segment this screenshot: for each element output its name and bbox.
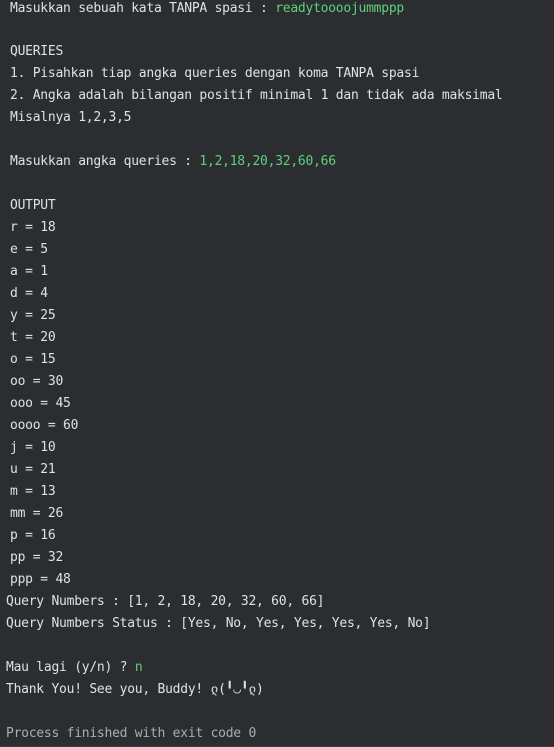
word-prompt-line: Masukkan sebuah kata TANPA spasi : ready… — [10, 0, 404, 20]
output-line: oo = 30 — [10, 374, 64, 389]
output-header: OUTPUT — [10, 198, 56, 213]
queries-example: Misalnya 1,2,3,5 — [10, 110, 132, 125]
queries-header: QUERIES — [10, 44, 64, 59]
again-prompt: Mau lagi (y/n) ? — [6, 660, 135, 675]
output-line: t = 20 — [10, 330, 56, 345]
run-console-output[interactable]: Masukkan sebuah kata TANPA spasi : ready… — [0, 0, 554, 747]
output-line: y = 25 — [10, 308, 56, 323]
again-input-value: n — [134, 660, 143, 675]
process-exit-message: Process finished with exit code 0 — [6, 726, 257, 741]
output-line: mm = 26 — [10, 506, 64, 521]
farewell-message: Thank You! See you, Buddy! ლ(╹◡╹ლ) — [6, 682, 264, 697]
queries-prompt: Masukkan angka queries : — [10, 154, 200, 169]
output-line: a = 1 — [10, 264, 48, 279]
queries-rule-2: 2. Angka adalah bilangan positif minimal… — [10, 88, 503, 103]
again-prompt-line: Mau lagi (y/n) ? n — [6, 657, 143, 679]
output-line: p = 16 — [10, 528, 56, 543]
queries-input-value: 1,2,18,20,32,60,66 — [199, 154, 336, 169]
output-line: e = 5 — [10, 242, 48, 257]
query-numbers: Query Numbers : [1, 2, 18, 20, 32, 60, 6… — [6, 594, 325, 609]
queries-rule-1: 1. Pisahkan tiap angka queries dengan ko… — [10, 66, 420, 81]
output-line: pp = 32 — [10, 550, 64, 565]
output-line: oooo = 60 — [10, 418, 79, 433]
output-line: ppp = 48 — [10, 572, 71, 587]
output-line: m = 13 — [10, 484, 56, 499]
query-numbers-status: Query Numbers Status : [Yes, No, Yes, Ye… — [6, 616, 431, 631]
output-line: o = 15 — [10, 352, 56, 367]
output-line: ooo = 45 — [10, 396, 71, 411]
word-input-value: readytoooojummppp — [275, 1, 404, 16]
output-line: r = 18 — [10, 220, 56, 235]
output-line: u = 21 — [10, 462, 56, 477]
word-prompt: Masukkan sebuah kata TANPA spasi : — [10, 1, 276, 16]
queries-prompt-line: Masukkan angka queries : 1,2,18,20,32,60… — [10, 151, 336, 173]
output-line: d = 4 — [10, 286, 48, 301]
output-line: j = 10 — [10, 440, 56, 455]
